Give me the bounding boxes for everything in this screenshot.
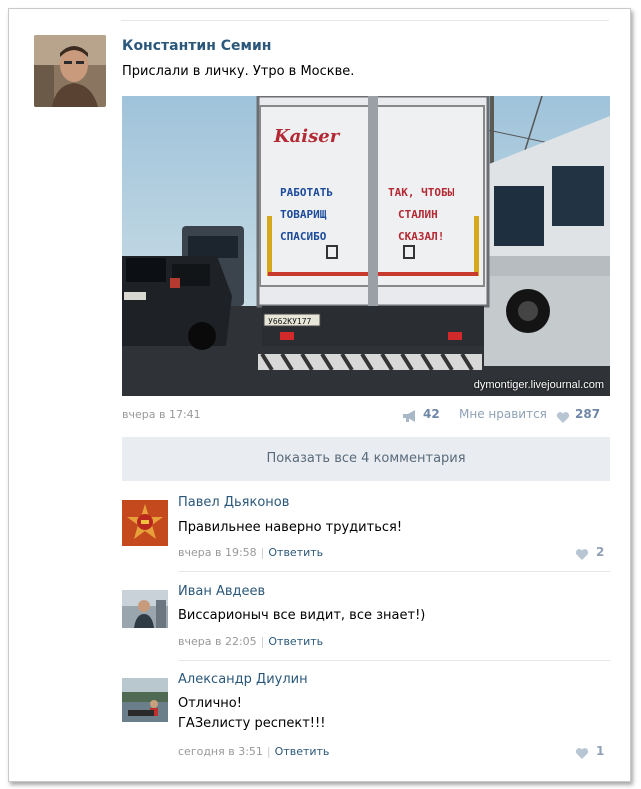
divider [178, 660, 610, 661]
avatar[interactable] [122, 500, 168, 546]
avatar[interactable] [34, 35, 106, 107]
heart-icon[interactable] [575, 745, 589, 764]
truck-text-left-1: РАБОТАТЬ [280, 186, 333, 199]
truck-text-left-3: СПАСИБО [280, 230, 327, 243]
truck-text-right-2: СТАЛИН [398, 208, 438, 221]
comment-time[interactable]: вчера в 19:58 [178, 546, 257, 559]
reply-button[interactable]: Ответить [275, 745, 330, 758]
like-label[interactable]: Мне нравится [459, 407, 547, 421]
show-all-comments-button[interactable]: Показать все 4 комментария [122, 437, 610, 481]
plate-text: У662КУ177 [268, 317, 312, 326]
megaphone-icon[interactable] [402, 408, 418, 427]
comment-meta: вчера в 19:58 | Ответить [178, 546, 324, 559]
truck-brand: Kaiser [273, 126, 341, 147]
comment-time[interactable]: сегодня в 3:51 [178, 745, 263, 758]
comment-author[interactable]: Павел Дьяконов [178, 495, 289, 510]
reply-button[interactable]: Ответить [268, 635, 323, 648]
comment-time[interactable]: вчера в 22:05 [178, 635, 257, 648]
heart-icon[interactable] [556, 409, 570, 428]
comment-like-count[interactable]: 1 [596, 744, 604, 758]
post-photo[interactable]: Kaiser РАБОТАТЬ ТОВАРИЩ СПАСИБО ТАК, ЧТО… [122, 96, 610, 396]
comment-author[interactable]: Александр Диулин [178, 672, 308, 687]
comment-author[interactable]: Иван Авдеев [178, 584, 265, 599]
divider [121, 20, 609, 21]
divider [178, 571, 610, 572]
comment-like-count[interactable]: 2 [596, 545, 604, 559]
post-author[interactable]: Константин Семин [122, 38, 271, 54]
post-text: Прислали в личку. Утро в Москве. [122, 64, 355, 79]
comment-text: ГАЗелисту респект!!! [178, 716, 326, 731]
truck-text-right-1: ТАК, ЧТОБЫ [388, 186, 455, 199]
heart-icon[interactable] [575, 546, 589, 565]
truck-text-right-3: СКАЗАЛ! [398, 230, 444, 243]
comment-meta: вчера в 22:05 | Ответить [178, 635, 324, 648]
like-count[interactable]: 287 [575, 407, 600, 421]
truck-text-left-2: ТОВАРИЩ [280, 208, 327, 221]
comment-text: Правильнее наверно трудиться! [178, 520, 403, 535]
comment-text: Виссарионыч все видит, все знает!) [178, 608, 426, 623]
comment-text: Отлично! [178, 696, 242, 711]
post-time[interactable]: вчера в 17:41 [122, 408, 201, 421]
comment-meta: сегодня в 3:51 | Ответить [178, 745, 330, 758]
avatar[interactable] [122, 678, 168, 722]
watermark: dymontiger.livejournal.com [473, 379, 604, 391]
repost-count[interactable]: 42 [423, 407, 440, 421]
avatar[interactable] [122, 590, 168, 628]
reply-button[interactable]: Ответить [268, 546, 323, 559]
